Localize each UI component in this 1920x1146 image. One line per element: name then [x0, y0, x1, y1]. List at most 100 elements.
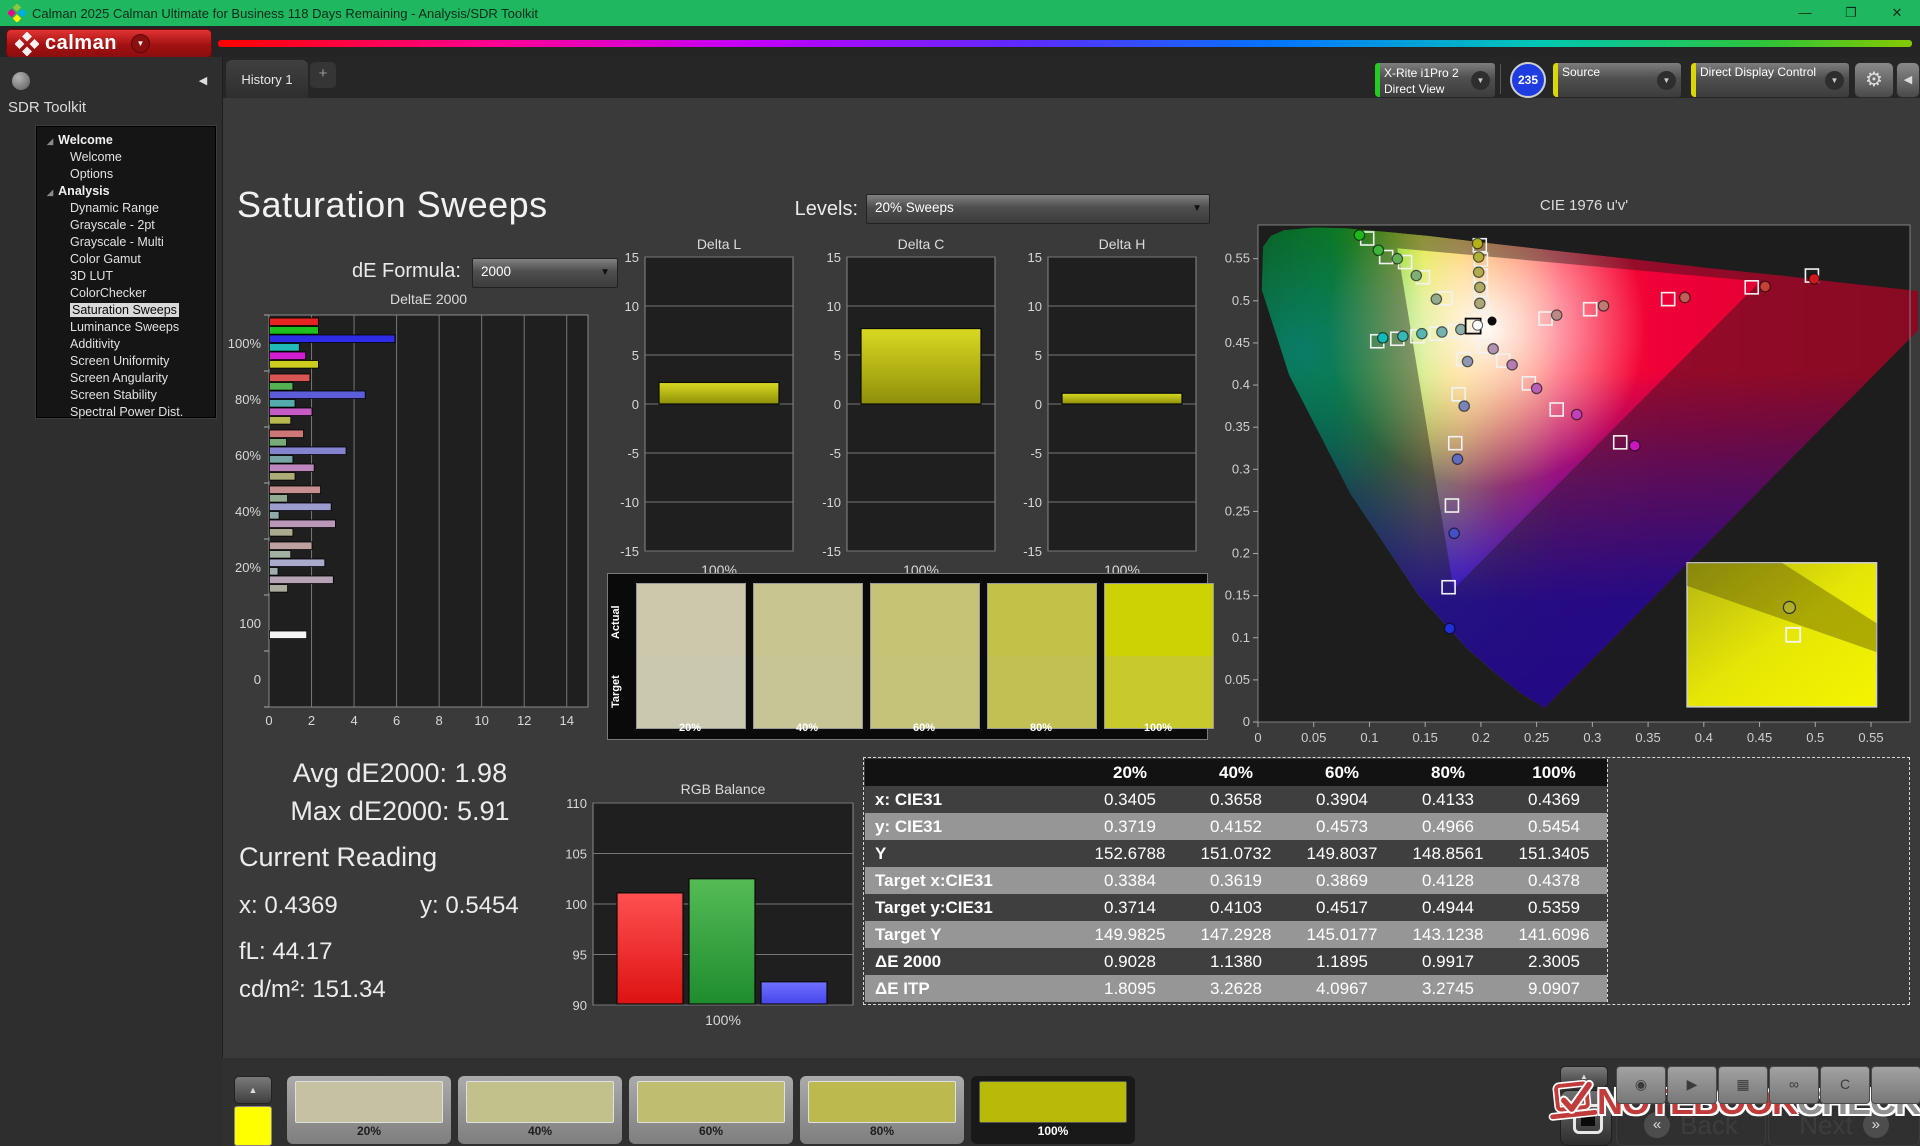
target-swatch-100%: [1104, 656, 1214, 729]
svg-text:2: 2: [308, 713, 315, 728]
sidebar-item-screen-angularity[interactable]: Screen Angularity: [37, 369, 215, 386]
sidebar-item-grayscale-2pt[interactable]: Grayscale - 2pt: [37, 216, 215, 233]
transport-button-0[interactable]: ◉: [1616, 1066, 1666, 1104]
chevron-down-icon[interactable]: ▼: [131, 34, 150, 53]
meter-reading-badge[interactable]: 235: [1510, 62, 1546, 98]
calman-diamond-icon: [15, 32, 39, 56]
patch-button-40%[interactable]: 40%: [458, 1076, 622, 1144]
display-control-status-bar: [1691, 63, 1696, 97]
svg-text:CIE 1976 u'v': CIE 1976 u'v': [1540, 197, 1628, 214]
close-button[interactable]: ✕: [1874, 0, 1920, 26]
svg-text:0.45: 0.45: [1225, 335, 1250, 350]
svg-text:10: 10: [1028, 299, 1042, 314]
expander-icon[interactable]: ◢: [47, 137, 53, 146]
table-row: Target y:CIE310.37140.41030.45170.49440.…: [865, 894, 1607, 921]
chevron-double-left-icon: «: [1644, 1112, 1670, 1138]
sidebar-item-color-gamut[interactable]: Color Gamut: [37, 250, 215, 267]
svg-text:0.25: 0.25: [1225, 503, 1250, 518]
svg-text:0.3: 0.3: [1583, 730, 1601, 745]
svg-text:10: 10: [827, 299, 841, 314]
svg-text:20%: 20%: [235, 560, 261, 575]
table-row: ΔE ITP1.80953.26284.09673.27459.0907: [865, 975, 1607, 1002]
window-controls: — ❐ ✕: [1782, 0, 1920, 26]
minimize-button[interactable]: —: [1782, 0, 1828, 26]
sidebar-item-welcome[interactable]: Welcome: [37, 148, 215, 165]
next-label: Next: [1799, 1110, 1852, 1141]
patch-button-80%[interactable]: 80%: [800, 1076, 964, 1144]
add-tab-button[interactable]: +: [310, 62, 336, 88]
svg-text:0: 0: [1035, 397, 1042, 412]
actual-label: Actual: [610, 588, 626, 656]
sidebar-item-grayscale-multi[interactable]: Grayscale - Multi: [37, 233, 215, 250]
table-row: Y152.6788151.0732149.8037148.8561151.340…: [865, 840, 1607, 867]
back-button[interactable]: « Back: [1616, 1104, 1766, 1146]
sidebar-item-dynamic-range[interactable]: Dynamic Range: [37, 199, 215, 216]
sidebar-item-colorchecker[interactable]: ColorChecker: [37, 284, 215, 301]
chevron-down-icon: ▼: [1192, 195, 1202, 223]
transport-button-2[interactable]: ▦: [1718, 1066, 1768, 1104]
svg-text:Delta H: Delta H: [1099, 236, 1146, 252]
calman-menu-button[interactable]: calman ▼: [6, 29, 212, 58]
chevron-down-icon[interactable]: ▼: [1657, 71, 1676, 90]
restore-button[interactable]: ❐: [1828, 0, 1874, 26]
settings-button[interactable]: ⚙: [1854, 62, 1894, 98]
tree-group-analysis[interactable]: ◢Analysis: [37, 182, 215, 199]
chevron-down-icon[interactable]: ▼: [1825, 71, 1844, 90]
source-status-bar: [1553, 63, 1558, 97]
actual-swatch-40%: [753, 583, 863, 657]
patch-button-20%[interactable]: 20%: [287, 1076, 451, 1144]
source-dropdown[interactable]: Source ▼: [1552, 62, 1682, 98]
transport-button-4[interactable]: C: [1820, 1066, 1870, 1104]
expander-icon[interactable]: ◢: [47, 188, 53, 197]
sidebar-item-luminance-sweeps[interactable]: Luminance Sweeps: [37, 318, 215, 335]
transport-button-3[interactable]: ∞: [1769, 1066, 1819, 1104]
target-swatch-20%: [636, 656, 746, 729]
svg-text:-5: -5: [1030, 446, 1042, 461]
sidebar-item-saturation-sweeps[interactable]: Saturation Sweeps: [37, 301, 215, 318]
levels-select[interactable]: 20% Sweeps ▼: [866, 194, 1210, 224]
transport-button-1[interactable]: ▶: [1667, 1066, 1717, 1104]
max-de2000: Max dE2000: 5.91: [240, 796, 560, 827]
calman-app-window: Calman 2025 Calman Ultimate for Business…: [0, 0, 1920, 1146]
sidebar-item-screen-stability[interactable]: Screen Stability: [37, 386, 215, 403]
table-row: ΔE 20000.90281.13801.18950.99172.3005: [865, 948, 1607, 975]
patch-strip-expand-button[interactable]: ▲: [234, 1076, 272, 1104]
sidebar-item-screen-uniformity[interactable]: Screen Uniformity: [37, 352, 215, 369]
svg-text:0.5: 0.5: [1806, 730, 1824, 745]
table-header-row: 20%40%60%80%100%: [865, 759, 1607, 786]
sidebar-item-additivity[interactable]: Additivity: [37, 335, 215, 352]
sidebar-pin-button[interactable]: [12, 72, 30, 90]
stop-measure-button[interactable]: [1560, 1090, 1612, 1146]
svg-text:0.3: 0.3: [1232, 461, 1250, 476]
target-swatch-40%: [753, 656, 863, 729]
sidebar-item-spectral-power-dist-[interactable]: Spectral Power Dist.: [37, 403, 215, 420]
patch-button-60%[interactable]: 60%: [629, 1076, 793, 1144]
meter-dropdown[interactable]: X-Rite i1Pro 2 Direct View ▼: [1374, 62, 1496, 98]
de-formula-label: dE Formula:: [352, 260, 461, 283]
current-reading-y: y: 0.5454: [420, 892, 519, 920]
tab-history-1[interactable]: History 1: [226, 60, 308, 98]
measurement-table: 20%40%60%80%100%x: CIE310.34050.36580.39…: [865, 759, 1608, 1002]
svg-text:95: 95: [573, 948, 587, 963]
sidebar-collapse-button[interactable]: ◀: [194, 72, 212, 90]
levels-value: 20% Sweeps: [875, 200, 954, 215]
collapse-panel-button[interactable]: ◀: [1896, 62, 1920, 98]
patch-button-100%[interactable]: 100%: [971, 1076, 1135, 1144]
next-button[interactable]: Next »: [1768, 1104, 1920, 1146]
svg-text:0.1: 0.1: [1360, 730, 1378, 745]
display-control-dropdown[interactable]: Direct Display Control ▼: [1690, 62, 1850, 98]
sidebar-item-3d-lut[interactable]: 3D LUT: [37, 267, 215, 284]
svg-text:-10: -10: [620, 495, 639, 510]
app-logo-icon: [8, 4, 26, 22]
chevron-down-icon[interactable]: ▼: [1471, 71, 1490, 90]
arrow-up-icon: ▲: [249, 1085, 258, 1095]
de-formula-select[interactable]: 2000 ▼: [472, 258, 618, 288]
sidebar-item-options[interactable]: Options: [37, 165, 215, 182]
svg-text:0: 0: [1243, 714, 1250, 729]
cie-1976-diagram: CIE 1976 u'v'00.050.10.150.20.250.30.350…: [1218, 192, 1918, 748]
meter-panel-expand-button[interactable]: ▲: [1560, 1066, 1608, 1088]
gear-icon: ⚙: [1865, 69, 1883, 91]
tree-group-welcome[interactable]: ◢Welcome: [37, 131, 215, 148]
transport-button-5[interactable]: [1871, 1066, 1920, 1104]
svg-text:0.55: 0.55: [1225, 251, 1250, 266]
